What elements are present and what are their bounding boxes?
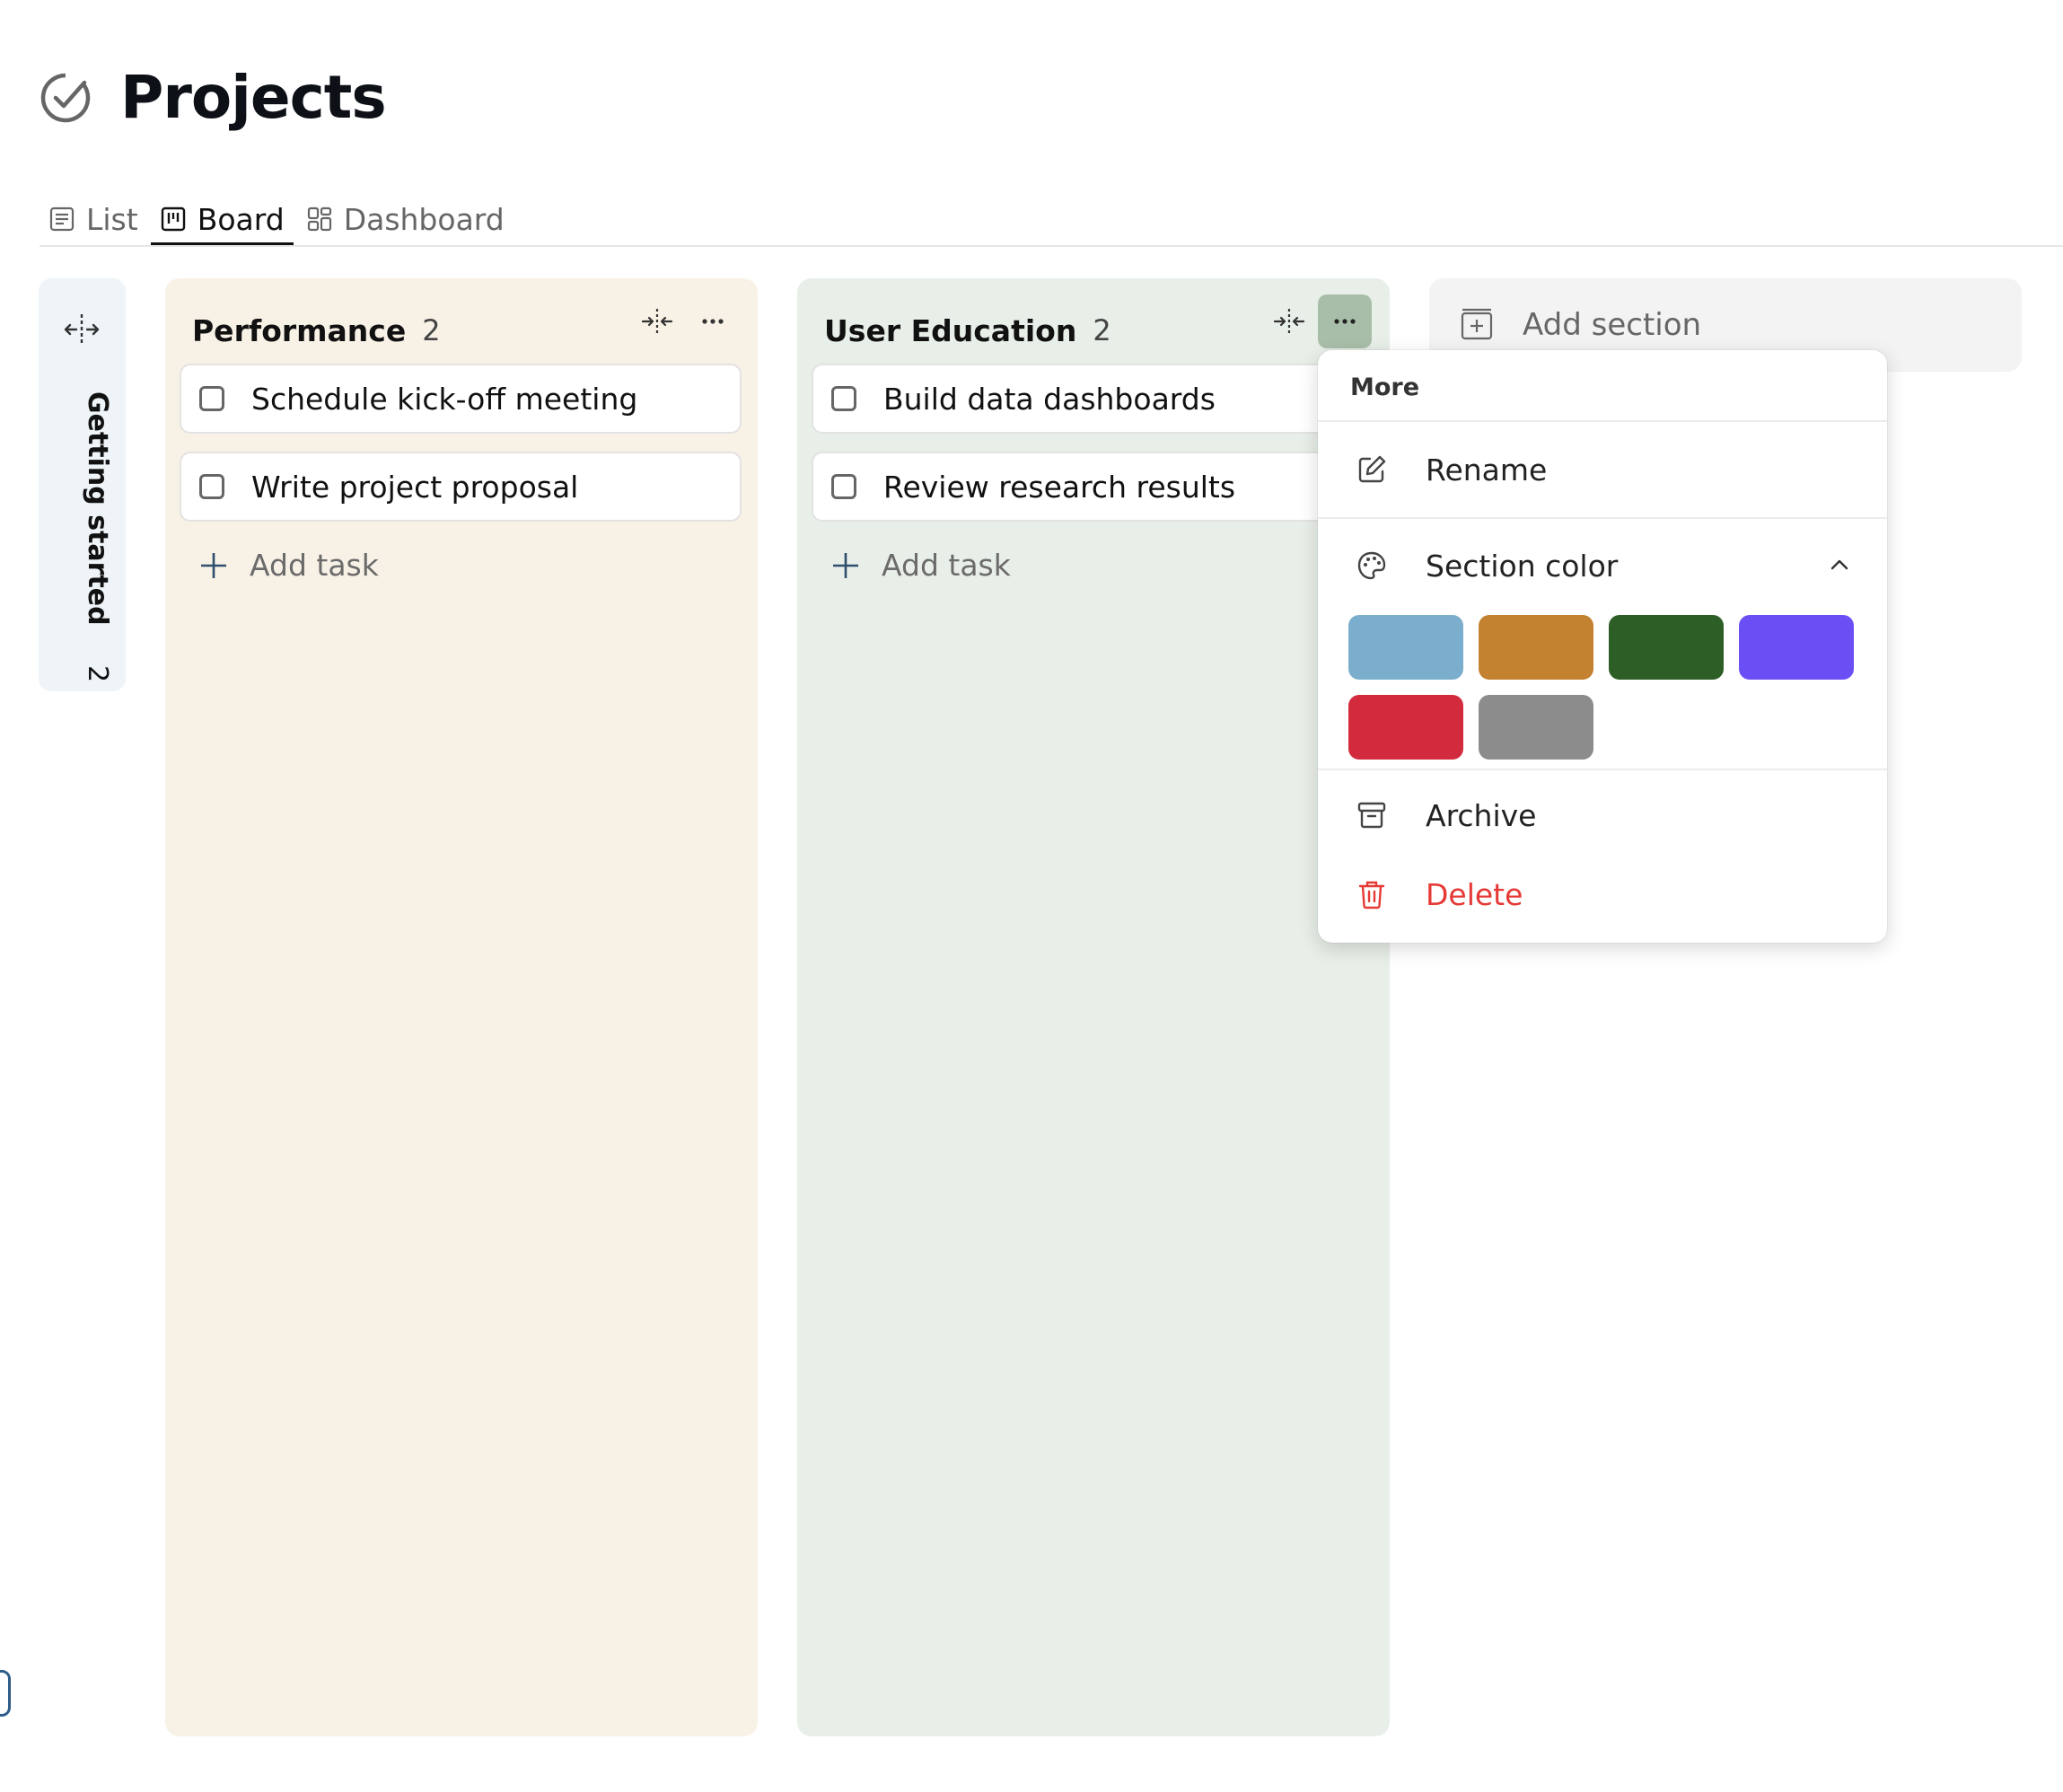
task-card[interactable]: Schedule kick-off meeting <box>180 364 742 434</box>
trash-icon <box>1358 881 1385 909</box>
add-task-button[interactable]: Add task <box>830 548 1011 583</box>
collapsed-section-name: Getting started <box>82 391 113 626</box>
menu-item-label: Archive <box>1426 797 1537 833</box>
menu-title: More <box>1350 373 1420 401</box>
column-title: User Education <box>824 312 1077 348</box>
collapsed-section-title: Getting started 2 <box>82 391 113 682</box>
collapsed-section-count: 2 <box>82 665 113 683</box>
tab-list[interactable]: List <box>40 196 147 242</box>
more-icon <box>702 319 724 324</box>
tab-label: Dashboard <box>343 201 505 237</box>
task-checkbox[interactable] <box>831 386 856 411</box>
tab-board[interactable]: Board <box>150 196 294 246</box>
edge-handle[interactable] <box>0 1670 11 1717</box>
palette-icon <box>1357 551 1386 580</box>
task-title: Schedule kick-off meeting <box>251 381 638 417</box>
menu-item-label: Delete <box>1426 876 1523 912</box>
menu-item-label: Section color <box>1426 548 1619 584</box>
column-title: Performance <box>192 312 407 348</box>
board-icon <box>161 206 185 232</box>
menu-item-section-color[interactable]: Section color <box>1318 530 1887 602</box>
task-checkbox[interactable] <box>199 386 224 411</box>
list-icon <box>49 206 75 232</box>
check-circle-icon <box>40 73 91 122</box>
menu-divider <box>1318 769 1887 770</box>
expand-icon[interactable] <box>61 309 102 350</box>
more-icon <box>1334 319 1356 324</box>
task-title: Build data dashboards <box>883 381 1216 417</box>
collapsed-section-getting-started[interactable]: Getting started 2 <box>39 278 126 691</box>
menu-divider <box>1318 517 1887 519</box>
tab-label: List <box>86 201 138 237</box>
dashboard-icon <box>307 206 331 232</box>
more-button[interactable] <box>1318 294 1372 348</box>
task-title: Write project proposal <box>251 469 579 505</box>
plus-icon <box>201 552 226 578</box>
collapse-button[interactable] <box>630 294 684 348</box>
color-swatch-red[interactable] <box>1348 695 1463 760</box>
board-column-user-education: User Education 2 Build data dashboards R… <box>797 278 1390 1736</box>
tabs-divider <box>40 245 2063 247</box>
chevron-up-icon[interactable] <box>1824 549 1855 580</box>
column-count: 2 <box>1093 313 1111 347</box>
collapse-icon <box>641 309 673 334</box>
page-title: Projects <box>120 63 387 132</box>
color-swatch-orange[interactable] <box>1479 615 1593 680</box>
task-checkbox[interactable] <box>831 474 856 499</box>
archive-icon <box>1357 802 1386 829</box>
tab-label: Board <box>197 201 285 237</box>
task-card[interactable]: Write project proposal <box>180 452 742 522</box>
menu-item-delete[interactable]: Delete <box>1318 858 1887 930</box>
add-task-button[interactable]: Add task <box>198 548 379 583</box>
task-checkbox[interactable] <box>199 474 224 499</box>
color-swatch-purple[interactable] <box>1739 615 1854 680</box>
more-button[interactable] <box>686 294 740 348</box>
menu-item-rename[interactable]: Rename <box>1318 434 1887 505</box>
column-actions <box>628 294 740 348</box>
color-swatch-gray[interactable] <box>1479 695 1593 760</box>
page-header: Projects <box>40 63 387 132</box>
add-section-icon <box>1461 308 1493 340</box>
task-title: Review research results <box>883 469 1236 505</box>
plus-icon <box>833 552 858 578</box>
column-actions <box>1260 294 1372 348</box>
view-tabs: List Board Dashboard <box>40 196 517 246</box>
edit-icon <box>1358 455 1386 483</box>
column-header: User Education 2 <box>824 305 1111 356</box>
column-header: Performance 2 <box>192 305 441 356</box>
collapse-button[interactable] <box>1262 294 1316 348</box>
collapse-icon <box>1273 309 1305 334</box>
add-task-label: Add task <box>250 548 379 583</box>
color-swatch-green[interactable] <box>1609 615 1724 680</box>
column-count: 2 <box>422 313 441 347</box>
task-card[interactable]: Build data dashboards <box>812 364 1374 434</box>
menu-divider <box>1318 420 1887 422</box>
menu-item-archive[interactable]: Archive <box>1318 779 1887 851</box>
menu-item-label: Rename <box>1426 452 1548 488</box>
tab-dashboard[interactable]: Dashboard <box>297 196 514 242</box>
board-column-performance: Performance 2 Schedule kick-off meeting … <box>165 278 758 1736</box>
task-card[interactable]: Review research results <box>812 452 1374 522</box>
add-section-label: Add section <box>1523 307 1702 343</box>
section-more-menu: More Rename Section color Archive Delete <box>1318 350 1887 943</box>
color-swatch-blue[interactable] <box>1348 615 1463 680</box>
add-task-label: Add task <box>882 548 1011 583</box>
